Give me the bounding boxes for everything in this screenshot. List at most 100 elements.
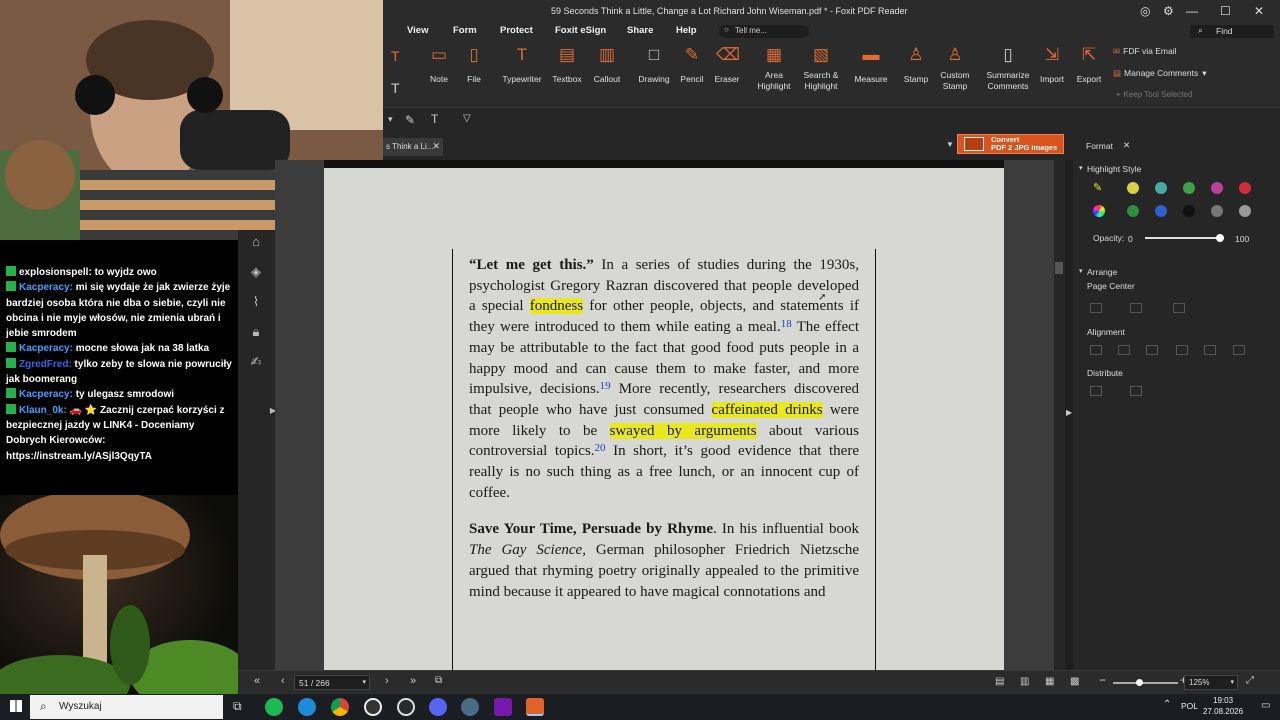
last-page-icon[interactable]: » — [410, 675, 416, 687]
document-view[interactable]: “Let me get this.” In a series of studie… — [275, 160, 1072, 689]
text-tool-icon[interactable]: T — [391, 48, 400, 64]
custom-stamp-button[interactable]: ♙ Custom Stamp — [931, 44, 979, 92]
maximize-button[interactable]: ☐ — [1220, 4, 1231, 18]
more-tools-icon[interactable]: ▽ — [463, 113, 471, 124]
previous-page-icon[interactable]: ‹ — [281, 675, 285, 687]
minimize-button[interactable]: — — [1186, 4, 1198, 18]
align-icon[interactable] — [1146, 345, 1158, 355]
footnote-link[interactable]: 19 — [600, 380, 611, 392]
clock-time[interactable]: 19:03 — [1213, 696, 1233, 705]
manage-comments-button[interactable]: ▤ Manage Comments ▾ — [1113, 68, 1206, 79]
collapse-panel-icon[interactable]: ▶ — [1066, 408, 1072, 417]
taskbar-search[interactable]: ⌕ Wyszukaj — [30, 695, 223, 719]
menu-help[interactable]: Help — [676, 25, 697, 36]
align-icon[interactable] — [1118, 345, 1130, 355]
windows-start-icon[interactable] — [10, 700, 22, 712]
swatch-green[interactable] — [1183, 182, 1195, 194]
spotify-icon[interactable] — [265, 698, 283, 716]
menu-view[interactable]: View — [407, 25, 428, 36]
format-tab[interactable]: Format — [1086, 141, 1113, 151]
chrome-icon[interactable] — [331, 698, 349, 716]
swatch-yellow[interactable] — [1127, 182, 1139, 194]
swatch-gray[interactable] — [1211, 205, 1223, 217]
lock-icon[interactable]: 🔒︎ — [248, 324, 264, 340]
continuous-page-icon[interactable]: ▥ — [1020, 676, 1029, 687]
swatch-light-gray[interactable] — [1239, 205, 1251, 217]
swatch-magenta[interactable] — [1211, 182, 1223, 194]
tab-list-icon[interactable]: ▼ — [946, 140, 954, 149]
typewriter-button[interactable]: T Typewriter — [498, 44, 546, 85]
layers-icon[interactable]: ◈ — [248, 264, 264, 280]
foxit-icon[interactable] — [526, 698, 544, 716]
steam-icon[interactable] — [461, 698, 479, 716]
keep-tool-selected-button[interactable]: ⌖ Keep Tool Selected — [1116, 90, 1192, 100]
close-button[interactable]: ✕ — [1254, 4, 1264, 18]
swatch-blue[interactable] — [1155, 205, 1167, 217]
align-icon[interactable] — [1204, 345, 1216, 355]
slider-thumb[interactable] — [1136, 679, 1143, 686]
distribute-icon[interactable] — [1090, 386, 1102, 396]
center-both-icon[interactable] — [1173, 303, 1185, 313]
highlighter-icon[interactable]: ✎ — [1093, 181, 1102, 194]
highlight-annotation[interactable]: caffeinated drinks — [711, 401, 823, 418]
page-text[interactable]: “Let me get this.” In a series of studie… — [452, 249, 876, 689]
settings-icon[interactable]: ⚙ — [1163, 4, 1174, 18]
opacity-slider[interactable] — [1145, 234, 1224, 242]
fullscreen-icon[interactable]: ⤢ — [1246, 675, 1254, 686]
first-page-icon[interactable]: « — [254, 675, 260, 687]
eraser-button[interactable]: ⌫ Eraser — [703, 44, 751, 85]
tray-chevron-icon[interactable]: ⌃ — [1163, 699, 1171, 710]
swatch-teal[interactable] — [1155, 182, 1167, 194]
text-format-icon[interactable]: T — [431, 112, 438, 126]
slider-thumb[interactable] — [1216, 234, 1224, 242]
next-page-icon[interactable]: › — [385, 675, 389, 687]
tell-me-search[interactable]: ○ Tell me... — [719, 25, 809, 38]
document-tab[interactable]: s Think a Li... ✕ — [383, 138, 443, 156]
footnote-link[interactable]: 20 — [594, 442, 605, 454]
convert-ad-button[interactable]: Convert PDF 2 JPG Images — [957, 134, 1064, 154]
attachment-icon[interactable]: ⌇ — [248, 294, 264, 310]
menu-form[interactable]: Form — [453, 25, 477, 36]
find-box[interactable]: ⌕ Find — [1190, 25, 1274, 38]
onenote-icon[interactable] — [494, 698, 512, 716]
align-icon[interactable] — [1176, 345, 1188, 355]
streamer-app-icon[interactable] — [397, 698, 415, 716]
callout-button[interactable]: ▥ Callout — [583, 44, 631, 85]
signature-icon[interactable]: ✍︎ — [248, 354, 264, 370]
edge-icon[interactable] — [298, 698, 316, 716]
discord-icon[interactable] — [429, 698, 447, 716]
vertical-scrollbar[interactable] — [1054, 160, 1065, 670]
page-number-field[interactable]: 51 / 266 ▾ — [294, 675, 370, 690]
facing-page-icon[interactable]: ▦ — [1045, 676, 1054, 687]
text-strike-icon[interactable]: T — [391, 80, 400, 96]
continuous-facing-icon[interactable]: ▩ — [1070, 676, 1079, 687]
swatch-black[interactable] — [1183, 205, 1195, 217]
bookmark-icon[interactable]: ⌂ — [248, 234, 264, 250]
chevron-down-icon[interactable]: ▾ — [388, 114, 393, 125]
menu-foxit-esign[interactable]: Foxit eSign — [555, 25, 606, 36]
menu-share[interactable]: Share — [627, 25, 653, 36]
pen-icon[interactable]: ✎ — [405, 113, 415, 127]
swatch-dark-green[interactable] — [1127, 205, 1139, 217]
zoom-out-icon[interactable]: − — [1099, 673, 1106, 687]
center-horizontal-icon[interactable] — [1090, 303, 1102, 313]
export-button[interactable]: ⇱ Export — [1065, 44, 1113, 85]
swatch-red[interactable] — [1239, 182, 1251, 194]
center-vertical-icon[interactable] — [1130, 303, 1142, 313]
color-wheel-icon[interactable] — [1093, 205, 1105, 217]
search-highlight-button[interactable]: ▧ Search & Highlight — [796, 44, 846, 92]
obs-icon[interactable] — [364, 698, 382, 716]
notifications-icon[interactable]: ▭ — [1261, 700, 1270, 711]
footnote-link[interactable]: 18 — [781, 318, 792, 330]
close-panel-icon[interactable]: ✕ — [1123, 140, 1130, 151]
file-button[interactable]: ▯ File — [450, 44, 498, 85]
summarize-comments-button[interactable]: ▯ Summarize Comments — [983, 44, 1033, 92]
collapse-icon[interactable]: ▾ — [1079, 164, 1083, 172]
close-tab-icon[interactable]: ✕ — [432, 141, 440, 152]
measure-button[interactable]: ▬ Measure — [847, 44, 895, 85]
collapse-icon[interactable]: ▾ — [1079, 267, 1083, 275]
pages-icon[interactable]: ⧉ — [435, 675, 442, 686]
menu-protect[interactable]: Protect — [500, 25, 533, 36]
zoom-slider[interactable] — [1113, 679, 1178, 686]
align-icon[interactable] — [1090, 345, 1102, 355]
